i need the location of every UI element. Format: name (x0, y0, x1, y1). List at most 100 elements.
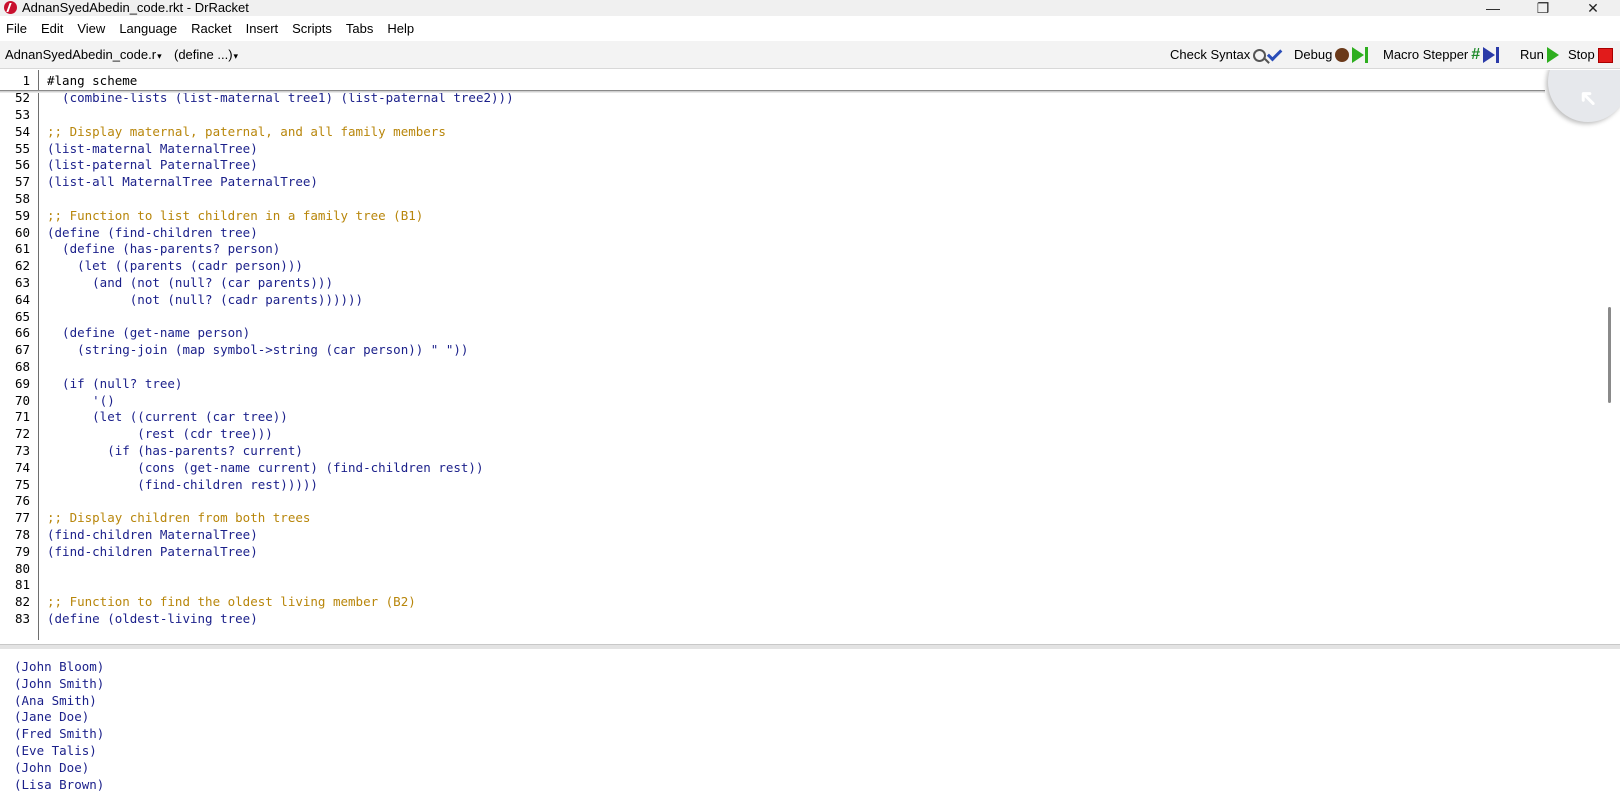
line-number: 56 (14, 157, 30, 173)
code-text: (define (find-children tree) (47, 224, 258, 240)
code-line: 59 ;; Function to list children in a fami… (0, 207, 1600, 224)
definitions-editor[interactable]: 83 (define (oldest-living tree) 82 ;; Funct… (0, 70, 1620, 640)
line-number: 83 (14, 611, 30, 626)
menu-tabs[interactable]: Tabs (339, 18, 380, 40)
restore-button[interactable]: ❐ (1520, 0, 1566, 16)
line-number: 69 (14, 375, 30, 391)
code-text: (define (get-name person) (47, 325, 251, 341)
line-number: 77 (14, 510, 30, 526)
macro-stepper-button[interactable]: Macro Stepper # (1383, 46, 1500, 64)
code-text: (list-paternal PaternalTree) (47, 157, 258, 173)
run-label: Run (1520, 47, 1544, 62)
menu-file[interactable]: File (6, 18, 34, 40)
code-line: 70 '() (0, 392, 1600, 409)
gutter-divider (38, 70, 39, 640)
code-line: 65 (0, 308, 1600, 325)
code-line: 69 (if (null? tree) (0, 375, 1600, 392)
step-bar-icon (1496, 47, 1500, 63)
checkmark-icon (1267, 45, 1283, 62)
line-number: 65 (14, 308, 30, 324)
code-text: (if (has-parents? current) (47, 443, 303, 458)
output-line: (Lisa Brown) (14, 776, 105, 792)
code-line: 66 (define (get-name person) (0, 324, 1600, 341)
line-number: 52 (14, 90, 30, 105)
code-text: #lang scheme (47, 73, 138, 88)
code-line: 77 ;; Display children from both trees (0, 509, 1600, 526)
chevron-down-icon: ▾ (157, 51, 162, 61)
magnifier-icon (1253, 48, 1267, 62)
play-icon (1352, 47, 1365, 63)
close-button[interactable]: ✕ (1570, 0, 1616, 16)
code-line: 74 (cons (get-name current) (find-childr… (0, 459, 1600, 476)
minimize-button[interactable]: — (1470, 0, 1516, 16)
code-line: 55 (list-maternal MaternalTree) (0, 140, 1600, 157)
line-number: 64 (14, 291, 30, 307)
code-line: 78 (find-children MaternalTree) (0, 526, 1600, 543)
line-number: 59 (14, 207, 30, 223)
chevron-down-icon: ▾ (233, 51, 239, 61)
run-button[interactable]: Run (1520, 46, 1559, 64)
line-number: 72 (14, 426, 30, 442)
code-line: 80 (0, 560, 1600, 577)
line-number: 66 (14, 325, 30, 341)
code-text: (combine-lists (list-maternal tree1) (li… (47, 90, 514, 105)
output-line: (Eve Talis) (14, 743, 97, 758)
line-number: 75 (14, 476, 30, 492)
interactions-pane[interactable]: (John Bloom) (John Smith) (Ana Smith) (Jane… (0, 650, 1620, 792)
code-line: 64 (not (null? (cadr parents)))))) (0, 291, 1600, 308)
code-text: (string-join (map symbol->string (car pe… (47, 342, 469, 358)
output-line: (John Smith) (14, 675, 105, 691)
debug-button[interactable]: Debug (1294, 46, 1369, 64)
menu-language[interactable]: Language (112, 18, 184, 40)
code-text: (if (null? tree) (47, 375, 183, 391)
code-line: 54 ;; Display maternal, paternal, and all… (0, 123, 1600, 140)
debug-label: Debug (1294, 47, 1333, 62)
check-syntax-label: Check Syntax (1170, 47, 1251, 62)
output-line: (Ana Smith) (14, 692, 97, 708)
code-text: (rest (cdr tree))) (47, 426, 273, 442)
code-text: (define (oldest-living tree) (47, 611, 258, 626)
menu-view[interactable]: View (70, 18, 112, 40)
line-number: 73 (14, 443, 30, 458)
code-text: '() (47, 392, 115, 408)
line-number: 74 (14, 459, 30, 475)
code-text: (list-maternal MaternalTree) (47, 140, 258, 156)
code-line: 68 (0, 358, 1600, 375)
pane-splitter[interactable] (0, 644, 1620, 649)
hash-icon: # (1471, 46, 1481, 63)
stop-button[interactable]: Stop (1568, 46, 1613, 64)
check-syntax-button[interactable]: Check Syntax (1170, 45, 1283, 64)
line-number: 76 (14, 493, 30, 509)
define-selector[interactable]: (define ...)▾ (174, 47, 238, 64)
output-line: (Jane Doe) (14, 709, 90, 725)
code-line: 62 (let ((parents (cadr person))) (0, 257, 1600, 274)
line-number: 1 (22, 73, 30, 88)
code-text: ;; Function to find the oldest living me… (47, 594, 416, 610)
menu-racket[interactable]: Racket (184, 18, 238, 40)
menu-edit[interactable]: Edit (34, 18, 70, 40)
menu-bar: File Edit View Language Racket Insert Sc… (0, 18, 1620, 40)
code-line: 61 (define (has-parents? person) (0, 240, 1600, 257)
code-line: 52 (combine-lists (list-maternal tree1) … (0, 89, 1600, 106)
code-text: (let ((parents (cadr person))) (47, 258, 303, 274)
line-number: 79 (14, 543, 30, 559)
menu-help[interactable]: Help (380, 18, 421, 40)
line-number: 62 (14, 258, 30, 274)
file-selector[interactable]: AdnanSyedAbedin_code.r▾ (5, 47, 162, 64)
line-number: 63 (14, 275, 30, 290)
code-line: 83 (define (oldest-living tree) (0, 610, 1600, 627)
output-line: (John Bloom) (14, 659, 105, 674)
title-bar: AdnanSyedAbedin_code.rkt - DrRacket — ❐ … (0, 0, 1620, 16)
menu-insert[interactable]: Insert (239, 18, 286, 40)
menu-scripts[interactable]: Scripts (285, 18, 339, 40)
code-text: (and (not (null? (car parents))) (47, 275, 333, 290)
file-selector-label: AdnanSyedAbedin_code.r (5, 47, 157, 62)
line-number: 70 (14, 392, 30, 408)
code-line: 81 (0, 576, 1600, 593)
editor-scrollbar[interactable] (1608, 307, 1611, 403)
line-number: 68 (14, 359, 30, 374)
line-number: 80 (14, 560, 30, 576)
code-line: 58 (0, 190, 1600, 207)
code-line: 73 (if (has-parents? current) (0, 442, 1600, 459)
line-number: 58 (14, 191, 30, 206)
